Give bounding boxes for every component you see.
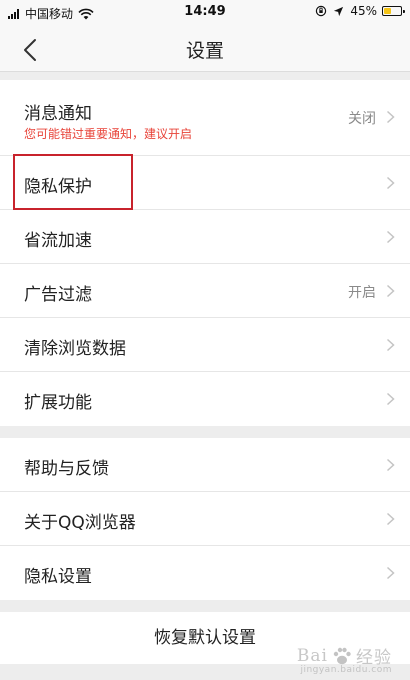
help-feedback-label: 帮助与反馈 xyxy=(24,459,109,479)
chevron-right-icon xyxy=(386,110,395,124)
ad-filter-value: 开启 xyxy=(348,285,376,301)
chevron-right-icon xyxy=(386,458,395,472)
rotation-lock-icon xyxy=(316,5,327,17)
chevron-right-icon xyxy=(386,512,395,526)
settings-screen: 中国移动 14:49 45% 设置 消息通知 您可能错过重要通知，建议开启 关闭… xyxy=(0,0,410,680)
ad-filter-label: 广告过滤 xyxy=(24,285,92,305)
clear-browsing-data-label: 清除浏览数据 xyxy=(24,339,126,359)
status-bar: 中国移动 14:49 45% xyxy=(0,0,410,26)
page-title: 设置 xyxy=(185,40,224,62)
privacy-protection-label: 隐私保护 xyxy=(24,177,92,197)
privacy-settings-label: 隐私设置 xyxy=(24,567,92,587)
chevron-right-icon xyxy=(386,284,395,298)
watermark-url: jingyan.baidu.com xyxy=(300,665,392,675)
extensions-row[interactable]: 扩展功能 xyxy=(0,372,410,426)
clear-browsing-data-row[interactable]: 清除浏览数据 xyxy=(0,318,410,372)
notification-value: 关闭 xyxy=(348,111,376,127)
data-saver-label: 省流加速 xyxy=(24,231,92,251)
privacy-settings-row[interactable]: 隐私设置 xyxy=(0,546,410,600)
nav-bar: 设置 xyxy=(0,26,410,72)
extensions-label: 扩展功能 xyxy=(24,393,92,413)
chevron-right-icon xyxy=(386,566,395,580)
notification-warning: 您可能错过重要通知，建议开启 xyxy=(24,127,193,141)
status-right: 45% xyxy=(315,4,405,18)
chevron-left-icon[interactable] xyxy=(18,36,46,64)
privacy-protection-row[interactable]: 隐私保护 xyxy=(0,156,410,210)
location-arrow-icon xyxy=(334,6,344,16)
settings-group-main: 消息通知 您可能错过重要通知，建议开启 关闭 隐私保护 省流加速 广告过滤 开启… xyxy=(0,80,410,426)
restore-defaults-button[interactable]: 恢复默认设置 xyxy=(0,612,410,664)
ad-filter-row[interactable]: 广告过滤 开启 xyxy=(0,264,410,318)
chevron-right-icon xyxy=(386,338,395,352)
about-browser-row[interactable]: 关于QQ浏览器 xyxy=(0,492,410,546)
settings-group-reset: 恢复默认设置 xyxy=(0,612,410,664)
settings-group-help: 帮助与反馈 关于QQ浏览器 隐私设置 xyxy=(0,438,410,600)
data-saver-row[interactable]: 省流加速 xyxy=(0,210,410,264)
about-browser-label: 关于QQ浏览器 xyxy=(24,513,136,533)
chevron-right-icon xyxy=(386,176,395,190)
battery-percent: 45% xyxy=(350,4,377,18)
battery-fill xyxy=(384,8,392,14)
help-feedback-row[interactable]: 帮助与反馈 xyxy=(0,438,410,492)
chevron-right-icon xyxy=(386,392,395,406)
chevron-right-icon xyxy=(386,230,395,244)
notification-row[interactable]: 消息通知 您可能错过重要通知，建议开启 关闭 xyxy=(0,80,410,156)
battery-icon xyxy=(382,6,405,16)
notification-label: 消息通知 xyxy=(24,104,92,124)
